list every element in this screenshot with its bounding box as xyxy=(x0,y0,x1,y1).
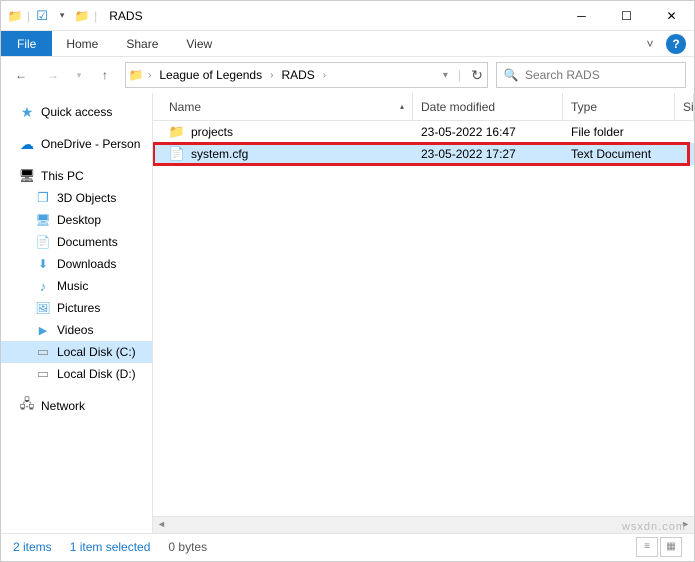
col-size[interactable]: Si xyxy=(675,93,694,120)
nav-network[interactable]: Network xyxy=(1,395,152,417)
disk-icon xyxy=(35,344,51,360)
navigation-pane: Quick access OneDrive - Person This PC 3… xyxy=(1,93,153,533)
breadcrumb-seg-0[interactable]: League of Legends xyxy=(155,68,266,82)
search-placeholder: Search RADS xyxy=(525,68,600,82)
tab-file[interactable]: File xyxy=(1,31,52,56)
nav-videos[interactable]: Videos xyxy=(1,319,152,341)
desktop-icon xyxy=(35,212,51,228)
maximize-button[interactable]: ☐ xyxy=(604,1,649,31)
properties-icon[interactable] xyxy=(34,8,50,24)
videos-icon xyxy=(35,322,51,338)
nav-downloads[interactable]: Downloads xyxy=(1,253,152,275)
app-icon xyxy=(7,8,23,24)
nav-local-disk-d[interactable]: Local Disk (D:) xyxy=(1,363,152,385)
qat-separator: | xyxy=(94,9,97,23)
music-icon xyxy=(35,278,51,294)
nav-3d-objects[interactable]: 3D Objects xyxy=(1,187,152,209)
horizontal-scrollbar[interactable] xyxy=(153,516,694,533)
search-icon xyxy=(503,67,519,83)
tab-view[interactable]: View xyxy=(172,31,226,56)
nav-local-disk-c[interactable]: Local Disk (C:) xyxy=(1,341,152,363)
nav-this-pc[interactable]: This PC xyxy=(1,165,152,187)
view-large-button[interactable]: ▦ xyxy=(660,537,682,557)
tab-home[interactable]: Home xyxy=(52,31,112,56)
status-selected-count: 1 item selected xyxy=(70,540,151,554)
help-icon[interactable]: ? xyxy=(666,34,686,54)
star-icon xyxy=(19,104,35,120)
search-input[interactable]: Search RADS xyxy=(496,62,686,88)
col-name[interactable]: Name▴ xyxy=(153,93,413,120)
up-button[interactable]: ↑ xyxy=(93,63,117,87)
file-name: system.cfg xyxy=(191,147,248,161)
refresh-icon[interactable] xyxy=(469,67,485,83)
nav-pictures[interactable]: Pictures xyxy=(1,297,152,319)
folder-icon xyxy=(169,124,185,140)
status-item-count: 2 items xyxy=(13,540,52,554)
cube-icon xyxy=(35,190,51,206)
chevron-right-icon[interactable]: › xyxy=(321,70,328,81)
titlebar: | | RADS ─ ☐ ✕ xyxy=(1,1,694,31)
address-bar: ← → ▾ ↑ › League of Legends › RADS › ▾ |… xyxy=(1,57,694,93)
quick-access-toolbar: | | xyxy=(1,8,103,24)
qat-separator: | xyxy=(27,9,30,23)
downloads-icon xyxy=(35,256,51,272)
nav-music[interactable]: Music xyxy=(1,275,152,297)
status-bar: 2 items 1 item selected 0 bytes ≡ ▦ xyxy=(1,533,694,559)
file-list-pane: Name▴ Date modified Type Si projects 23-… xyxy=(153,93,694,533)
file-rows: projects 23-05-2022 16:47 File folder sy… xyxy=(153,121,694,516)
file-type: File folder xyxy=(563,125,675,139)
nav-onedrive[interactable]: OneDrive - Person xyxy=(1,133,152,155)
back-button[interactable]: ← xyxy=(9,63,33,87)
column-headers: Name▴ Date modified Type Si xyxy=(153,93,694,121)
pc-icon xyxy=(19,168,35,184)
status-size: 0 bytes xyxy=(168,540,207,554)
col-date[interactable]: Date modified xyxy=(413,93,563,120)
forward-button[interactable]: → xyxy=(41,63,65,87)
breadcrumb-dropdown-icon[interactable]: ▾ xyxy=(441,70,450,81)
file-row[interactable]: system.cfg 23-05-2022 17:27 Text Documen… xyxy=(153,143,694,165)
window-controls: ─ ☐ ✕ xyxy=(559,1,694,31)
ribbon-tabs: File Home Share View ˅ ? xyxy=(1,31,694,57)
window-title: RADS xyxy=(103,9,142,23)
breadcrumb[interactable]: › League of Legends › RADS › ▾ | xyxy=(125,62,488,88)
chevron-right-icon[interactable]: › xyxy=(146,70,153,81)
file-icon xyxy=(169,146,185,162)
pictures-icon xyxy=(35,300,51,316)
nav-quick-access[interactable]: Quick access xyxy=(1,101,152,123)
view-details-button[interactable]: ≡ xyxy=(636,537,658,557)
cloud-icon xyxy=(19,136,35,152)
minimize-button[interactable]: ─ xyxy=(559,1,604,31)
file-type: Text Document xyxy=(563,147,675,161)
nav-documents[interactable]: Documents xyxy=(1,231,152,253)
qat-dropdown-icon[interactable] xyxy=(54,8,70,24)
tab-share[interactable]: Share xyxy=(112,31,172,56)
folder-icon[interactable] xyxy=(74,8,90,24)
ribbon-expand-icon[interactable]: ˅ xyxy=(638,31,662,56)
file-row[interactable]: projects 23-05-2022 16:47 File folder xyxy=(153,121,694,143)
sort-indicator-icon: ▴ xyxy=(400,102,404,111)
breadcrumb-icon xyxy=(128,67,144,83)
documents-icon xyxy=(35,234,51,250)
file-date: 23-05-2022 17:27 xyxy=(413,147,563,161)
recent-dropdown-icon[interactable]: ▾ xyxy=(73,63,85,87)
network-icon xyxy=(19,398,35,414)
close-button[interactable]: ✕ xyxy=(649,1,694,31)
disk-icon xyxy=(35,366,51,382)
file-name: projects xyxy=(191,125,233,139)
explorer-body: Quick access OneDrive - Person This PC 3… xyxy=(1,93,694,533)
chevron-right-icon[interactable]: › xyxy=(268,70,275,81)
breadcrumb-seg-1[interactable]: RADS xyxy=(277,68,318,82)
nav-desktop[interactable]: Desktop xyxy=(1,209,152,231)
file-date: 23-05-2022 16:47 xyxy=(413,125,563,139)
col-type[interactable]: Type xyxy=(563,93,675,120)
